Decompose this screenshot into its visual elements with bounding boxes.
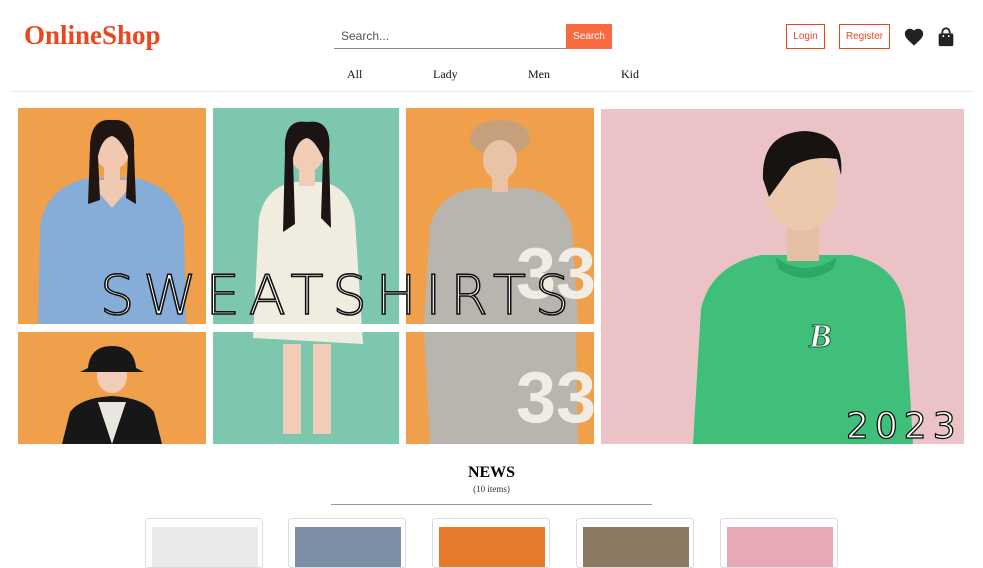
- news-divider: [331, 504, 652, 505]
- model-photo-green-sweatshirt: B: [601, 109, 964, 444]
- nav-item-all[interactable]: All: [347, 67, 362, 82]
- search-button[interactable]: Search: [566, 24, 612, 49]
- heart-icon[interactable]: [903, 26, 925, 48]
- site-logo[interactable]: OnlineShop: [24, 20, 161, 51]
- product-image: [295, 527, 401, 567]
- product-image: [583, 527, 689, 567]
- product-image: [439, 527, 545, 567]
- banner-title: SWEATSHIRTS: [99, 263, 579, 328]
- nav-item-kid[interactable]: Kid: [621, 67, 639, 82]
- news-heading: NEWS: [467, 464, 516, 481]
- nav-item-lady[interactable]: Lady: [433, 67, 458, 82]
- model-photo-grey-cardigan-lower: 33: [406, 332, 594, 444]
- banner-year: 2023: [845, 405, 962, 444]
- register-button[interactable]: Register: [839, 24, 890, 49]
- svg-text:33: 33: [516, 358, 594, 438]
- login-button[interactable]: Login: [786, 24, 825, 49]
- news-item-count: (10 items): [473, 484, 510, 494]
- hero-banner[interactable]: 33 33 B SWEATSHIRTS 2023: [18, 108, 964, 444]
- product-card[interactable]: [576, 518, 694, 568]
- model-photo-black-bucket-hat: [18, 332, 206, 444]
- product-card[interactable]: [145, 518, 263, 568]
- product-card[interactable]: [432, 518, 550, 568]
- nav-item-men[interactable]: Men: [528, 67, 550, 82]
- product-image: [152, 527, 258, 567]
- search-input[interactable]: [334, 24, 569, 49]
- product-card[interactable]: [720, 518, 838, 568]
- product-image: [727, 527, 833, 567]
- bag-icon[interactable]: [935, 26, 957, 48]
- svg-text:B: B: [808, 318, 832, 355]
- header-divider: [10, 91, 973, 92]
- product-card[interactable]: [288, 518, 406, 568]
